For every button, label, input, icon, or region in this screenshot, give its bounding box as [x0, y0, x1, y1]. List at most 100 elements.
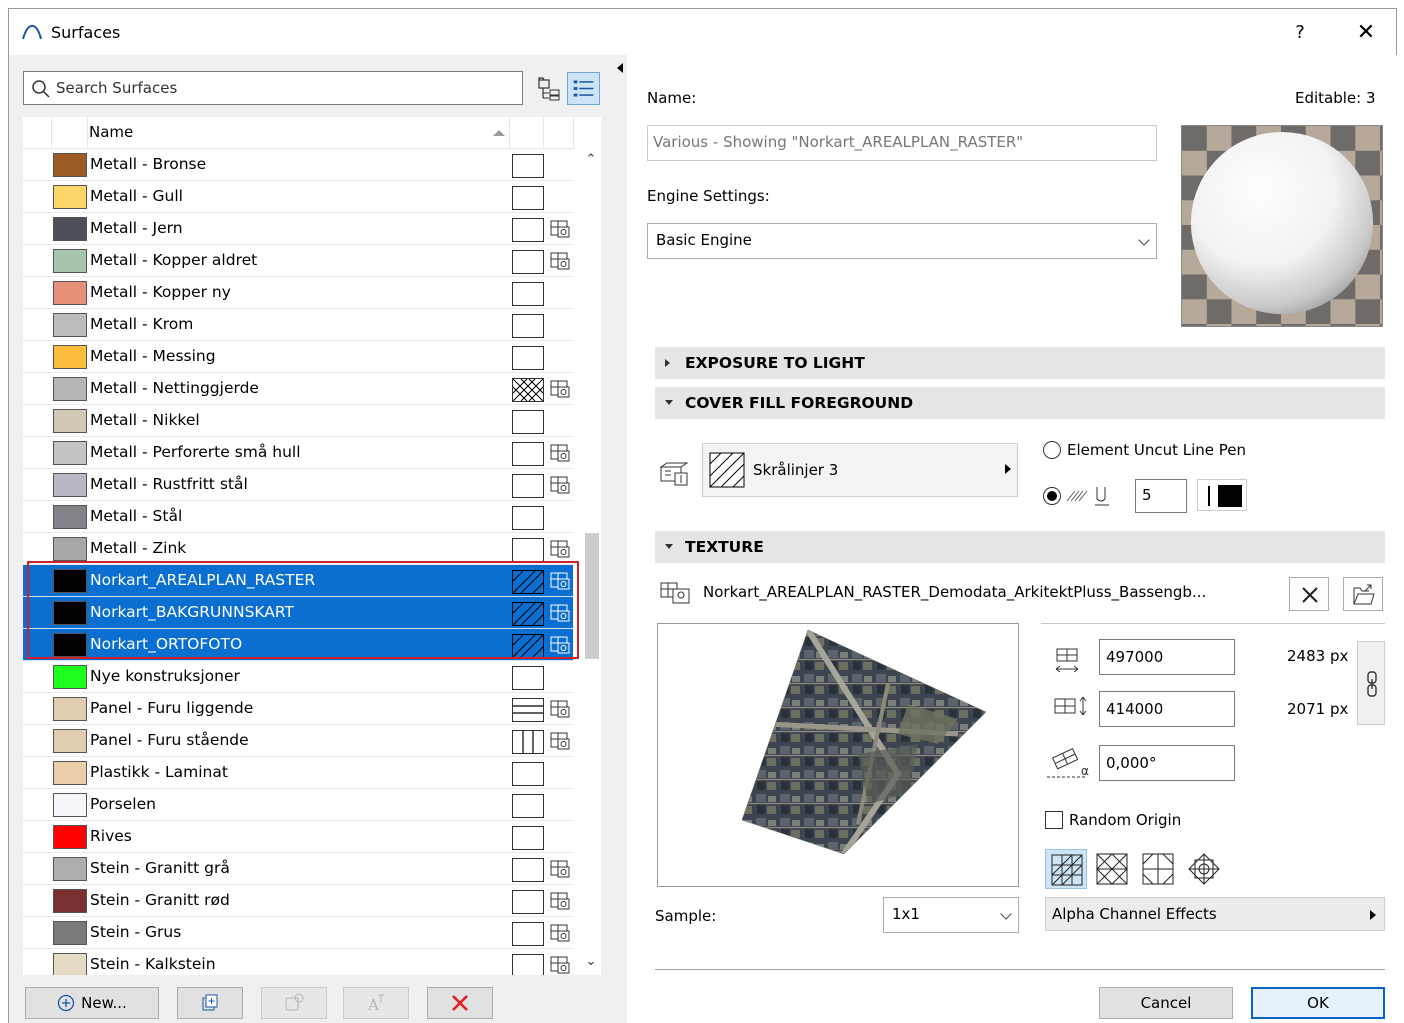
- cancel-button[interactable]: Cancel: [1099, 987, 1233, 1019]
- custom-pen-radio[interactable]: [1043, 487, 1061, 505]
- surfaces-dialog: Surfaces ? ✕ Search Surfaces Name Metall…: [8, 8, 1397, 1023]
- surface-row[interactable]: Plastikk - Laminat: [23, 757, 573, 789]
- uncut-line-pen-radio[interactable]: [1043, 441, 1061, 459]
- surface-color-swatch: [53, 281, 87, 305]
- texture-icon: [549, 891, 571, 911]
- pen-number-input[interactable]: 5: [1135, 479, 1187, 513]
- surface-row[interactable]: Metall - Perforerte små hull: [23, 437, 573, 469]
- surface-name: Plastikk - Laminat: [90, 763, 228, 781]
- new-button-label: New...: [81, 994, 127, 1012]
- surface-row[interactable]: Metall - Rustfritt stål: [23, 469, 573, 501]
- remove-texture-button[interactable]: [1289, 577, 1329, 611]
- surface-row[interactable]: Nye konstruksjoner: [23, 661, 573, 693]
- engine-settings-label: Engine Settings:: [647, 187, 770, 205]
- list-scrollbar[interactable]: ⌃ ⌄: [581, 149, 601, 975]
- section-texture[interactable]: TEXTURE: [655, 531, 1385, 563]
- surface-row[interactable]: Panel - Furu stående: [23, 725, 573, 757]
- surface-name: Metall - Krom: [90, 315, 194, 333]
- surface-row[interactable]: Metall - Krom: [23, 309, 573, 341]
- new-surface-button[interactable]: New...: [25, 987, 159, 1019]
- cover-fill-swatch: [512, 442, 544, 466]
- texture-icon: [549, 955, 571, 975]
- search-box[interactable]: [23, 71, 523, 105]
- scroll-up-icon[interactable]: ⌃: [584, 153, 598, 167]
- surface-row[interactable]: Norkart_BAKGRUNNSKART: [23, 597, 573, 629]
- surface-row[interactable]: Rives: [23, 821, 573, 853]
- section-title: EXPOSURE TO LIGHT: [685, 354, 865, 372]
- surface-row[interactable]: Stein - Grus: [23, 917, 573, 949]
- surface-row[interactable]: Stein - Granitt rød: [23, 885, 573, 917]
- texture-icon: [549, 443, 571, 463]
- cover-fill-swatch: [512, 410, 544, 434]
- import-button[interactable]: [261, 987, 327, 1019]
- delete-button[interactable]: [427, 987, 493, 1019]
- surface-color-swatch: [53, 665, 87, 689]
- rename-button[interactable]: A: [343, 987, 409, 1019]
- surface-row[interactable]: Metall - Kopper aldret: [23, 245, 573, 277]
- scrollbar-thumb[interactable]: [585, 533, 599, 659]
- texture-icon: [549, 699, 571, 719]
- surface-row[interactable]: Metall - Bronse: [23, 149, 573, 181]
- random-origin-checkbox[interactable]: [1045, 811, 1063, 829]
- surface-row[interactable]: Stein - Kalkstein: [23, 949, 573, 975]
- texture-mode-2-button[interactable]: [1091, 849, 1133, 889]
- scroll-down-icon[interactable]: ⌄: [584, 955, 598, 969]
- texture-mode-3-button[interactable]: [1137, 849, 1179, 889]
- column-name-header[interactable]: Name: [89, 123, 133, 141]
- sort-ascending-icon: [493, 130, 505, 136]
- texture-width-input[interactable]: 497000: [1099, 639, 1235, 675]
- surface-row[interactable]: Panel - Furu liggende: [23, 693, 573, 725]
- pane-splitter[interactable]: [613, 55, 627, 1023]
- surface-name: Metall - Nikkel: [90, 411, 200, 429]
- section-exposure-to-light[interactable]: EXPOSURE TO LIGHT: [655, 347, 1385, 379]
- search-input[interactable]: [56, 76, 516, 100]
- load-texture-button[interactable]: [1343, 577, 1383, 611]
- delete-x-icon: [452, 995, 468, 1011]
- surface-row[interactable]: Metall - Zink: [23, 533, 573, 565]
- engine-select[interactable]: Basic Engine: [647, 223, 1157, 259]
- surface-row[interactable]: Metall - Messing: [23, 341, 573, 373]
- surface-row[interactable]: Metall - Nettinggjerde: [23, 373, 573, 405]
- surface-name: Metall - Rustfritt stål: [90, 475, 248, 493]
- cover-fill-swatch: [512, 794, 544, 818]
- surface-row[interactable]: Metall - Nikkel: [23, 405, 573, 437]
- alpha-channel-effects-button[interactable]: Alpha Channel Effects: [1045, 897, 1385, 931]
- pen-color-picker[interactable]: [1197, 479, 1247, 511]
- surface-color-swatch: [53, 153, 87, 177]
- surface-color-swatch: [53, 345, 87, 369]
- surface-row[interactable]: Metall - Kopper ny: [23, 277, 573, 309]
- collapse-arrow-icon[interactable]: [617, 63, 623, 73]
- list-view-icon[interactable]: [567, 72, 600, 105]
- fill-type-picker[interactable]: Skrålinjer 3: [702, 443, 1018, 497]
- texture-height-input[interactable]: 414000: [1099, 691, 1235, 727]
- surface-row[interactable]: Stein - Granitt grå: [23, 853, 573, 885]
- surface-row[interactable]: Norkart_ORTOFOTO: [23, 629, 573, 661]
- sample-select[interactable]: 1x1: [883, 897, 1019, 933]
- texture-angle-input[interactable]: 0,000°: [1099, 745, 1235, 781]
- ok-button[interactable]: OK: [1251, 987, 1385, 1019]
- cover-fill-swatch: [512, 666, 544, 690]
- texture-width-px: 2483 px: [1287, 647, 1349, 665]
- folder-view-icon[interactable]: [533, 72, 566, 105]
- cover-fill-swatch: [512, 346, 544, 370]
- surface-name: Panel - Furu liggende: [90, 699, 254, 717]
- surface-color-swatch: [53, 505, 87, 529]
- help-button[interactable]: ?: [1285, 19, 1315, 47]
- texture-mode-4-button[interactable]: [1183, 849, 1225, 889]
- surface-color-swatch: [53, 921, 87, 945]
- link-dimensions-button[interactable]: [1357, 641, 1385, 725]
- surface-row[interactable]: Metall - Jern: [23, 213, 573, 245]
- duplicate-button[interactable]: [177, 987, 243, 1019]
- texture-separator: [1041, 623, 1385, 624]
- surface-row[interactable]: Metall - Gull: [23, 181, 573, 213]
- name-field[interactable]: Various - Showing "Norkart_AREALPLAN_RAS…: [647, 125, 1157, 161]
- cover-fill-swatch: [512, 922, 544, 946]
- surface-row[interactable]: Norkart_AREALPLAN_RASTER: [23, 565, 573, 597]
- texture-mode-1-button[interactable]: [1045, 849, 1087, 889]
- texture-height-px: 2071 px: [1287, 700, 1349, 718]
- surface-row[interactable]: Metall - Stål: [23, 501, 573, 533]
- section-cover-fill-foreground[interactable]: COVER FILL FOREGROUND: [655, 387, 1385, 419]
- surface-row[interactable]: Porselen: [23, 789, 573, 821]
- close-button[interactable]: ✕: [1349, 19, 1383, 47]
- surface-color-swatch: [53, 377, 87, 401]
